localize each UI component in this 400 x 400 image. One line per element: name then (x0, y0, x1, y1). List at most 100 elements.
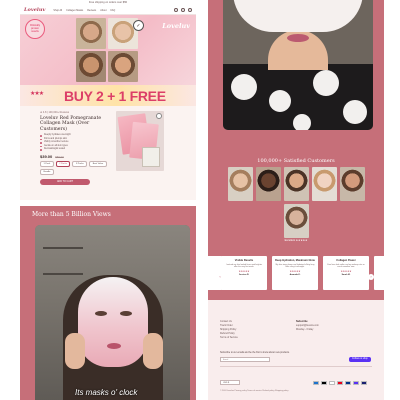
footer-links: Contact Us Track Order Shipping Policy R… (220, 320, 238, 340)
nav-item[interactable]: About (100, 9, 106, 12)
google-pay-icon (329, 381, 335, 385)
video-subject (65, 333, 85, 369)
nav-item[interactable]: Shop All (53, 9, 62, 12)
face-mask (78, 277, 148, 367)
paypal-icon (345, 381, 351, 385)
product-info: ★ 4.8 | 100,000+ Reviews Loveluv Red Pom… (40, 111, 110, 185)
bundle-option[interactable]: Bundle (40, 168, 54, 175)
video-subject (313, 70, 339, 96)
customer-photo[interactable] (228, 167, 253, 201)
hero-logo: Loveluv (162, 22, 190, 30)
email-field[interactable]: Email (220, 357, 270, 362)
views-section: More than 5 Billion Views Its masks o' c… (20, 206, 196, 400)
face-mask (233, 0, 363, 32)
product-title: Loveluv Red Pomegranate Collagen Mask (O… (40, 115, 102, 132)
review-author: Amanda K. (289, 274, 301, 277)
customer-photo[interactable] (284, 167, 309, 201)
video-subject (343, 100, 367, 124)
review-title: Visible Results (234, 259, 254, 262)
review-body: I noticed my skin looked firmer and brig… (225, 263, 263, 269)
before-after-grid (76, 18, 138, 82)
nav-item[interactable]: FAQ (110, 9, 115, 12)
promo-stars: ★★★ (30, 91, 44, 97)
video-subject (107, 343, 121, 349)
rating-line: Excellent ★★★★★ (284, 239, 308, 242)
customer-photo[interactable] (256, 167, 281, 201)
mastercard-icon (337, 381, 343, 385)
bundle-option[interactable]: Best Value (89, 160, 107, 167)
video-subject (95, 311, 107, 316)
before-photo (76, 18, 106, 49)
video-player[interactable]: Its masks o' clock (35, 225, 190, 400)
chevron-right-icon[interactable]: › (368, 274, 374, 280)
footer-link[interactable]: Terms of Service (220, 336, 238, 340)
video-player[interactable] (223, 0, 373, 130)
video-background (43, 247, 83, 275)
footer-divider (220, 366, 372, 367)
review-body: Fine lines look softer and my makeup sit… (327, 263, 365, 269)
hero-stamp: Clinically proven results (25, 19, 45, 39)
footer-text: Monday - Friday (296, 328, 314, 331)
currency-selector[interactable]: USD $ (220, 380, 240, 385)
shop-pay-icon (353, 381, 359, 385)
video-subject (293, 114, 311, 130)
account-icon[interactable] (181, 8, 185, 12)
customer-photo[interactable] (340, 167, 365, 201)
chevron-left-icon[interactable]: ‹ (217, 274, 223, 280)
review-title: Deep Hydration, Maximum Glow (275, 259, 315, 262)
customer-photo[interactable] (284, 204, 309, 238)
bundle-option[interactable]: 3 Packs (72, 160, 88, 167)
rating-tag: ★ 4.8 | 100,000+ Reviews (40, 111, 70, 114)
reviews-carousel: Visible Results I noticed my skin looked… (208, 256, 384, 290)
review-author: Sarah M. (341, 274, 351, 277)
product-page: Free shipping on orders over $50 Loveluv… (20, 0, 196, 200)
check-badge-icon: ✓ (133, 20, 144, 31)
bundle-option-selected[interactable]: 2 Packs (55, 160, 71, 167)
cart-icon[interactable] (188, 8, 192, 12)
bundle-options: 1 Pack 2 Packs 3 Packs Best Value Bundle (40, 160, 110, 175)
customers-section: 100,000+ Satisfied Customers Excellent ★… (208, 146, 384, 300)
review-title: Collagen Power (336, 259, 356, 262)
newsletter-text: Subscribe to our emails and be the first… (220, 352, 290, 354)
site-header: Loveluv Shop All Collagen Masks Reviews … (20, 6, 196, 15)
after-photo (108, 51, 138, 82)
visa-icon (361, 381, 367, 385)
follow-on-shop-button[interactable]: Follow on shop (349, 357, 371, 362)
video-caption: Its masks o' clock (75, 388, 138, 397)
amex-icon (313, 381, 319, 385)
review-author: Jessica R. (238, 274, 250, 277)
site-footer: Contact Us Track Order Shipping Policy R… (208, 300, 384, 400)
nav-item[interactable]: Reviews (87, 9, 96, 12)
sale-price: $39.00 (40, 153, 53, 159)
review-card-partial (374, 256, 384, 290)
section-title: More than 5 Billion Views (32, 211, 111, 218)
bundle-option[interactable]: 1 Pack (40, 160, 54, 167)
price: $39.00 $59.00 (40, 154, 110, 159)
views-section-continued (208, 0, 384, 146)
hero-banner: Clinically proven results ✓ Loveluv (20, 15, 196, 85)
video-subject (231, 74, 257, 100)
review-stars: ★★★★★ (238, 270, 250, 274)
video-subject (287, 34, 309, 42)
add-to-cart-button[interactable]: ADD TO CART (40, 178, 90, 185)
before-photo (76, 51, 106, 82)
search-icon[interactable] (174, 8, 178, 12)
promo-headline: BUY 2 + 1 FREE (64, 88, 166, 104)
review-body: My skin stays plump and hydrated all day… (275, 263, 315, 269)
review-card: Deep Hydration, Maximum Glow My skin sta… (272, 256, 318, 290)
video-subject (120, 311, 132, 316)
review-card: Visible Results I noticed my skin looked… (221, 256, 267, 290)
video-subject (143, 333, 163, 369)
site-logo[interactable]: Loveluv (24, 7, 45, 13)
zoom-icon[interactable] (156, 113, 162, 119)
product-image[interactable] (116, 111, 164, 171)
footer-contact: Subscribe support@loveluv.com Monday - F… (296, 320, 319, 332)
compare-price: $59.00 (55, 154, 64, 159)
copyright: © 2024 Loveluv Privacy policy Terms of s… (220, 390, 289, 392)
customer-photo[interactable] (312, 167, 337, 201)
review-stars: ★★★★★ (289, 270, 301, 274)
nav-item[interactable]: Collagen Masks (66, 9, 83, 12)
review-card: Collagen Power Fine lines look softer an… (323, 256, 369, 290)
promo-banner[interactable]: ★★★ BUY 2 + 1 FREE (20, 85, 196, 106)
video-subject (223, 64, 373, 130)
